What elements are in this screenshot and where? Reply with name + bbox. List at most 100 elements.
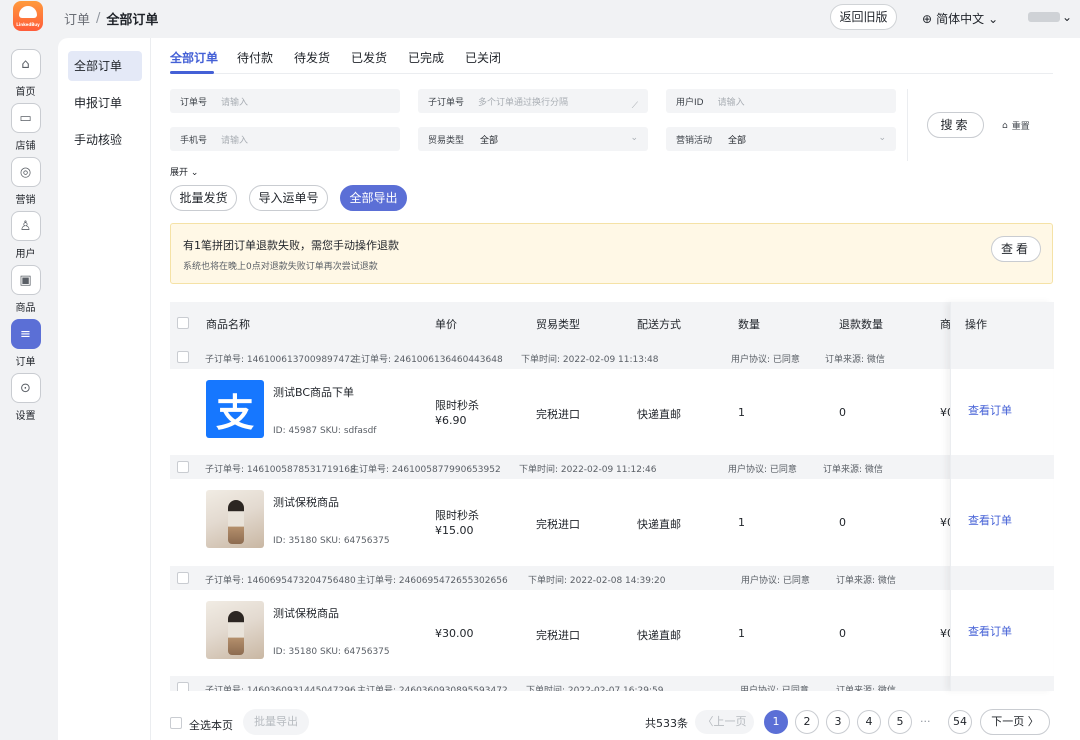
sidebar-item-settings[interactable]: ⊙ 设置 xyxy=(9,373,42,425)
shipping-method: 快递直邮 xyxy=(637,629,681,642)
sidebar-item-product[interactable]: ▣ 商品 xyxy=(9,265,42,317)
expand-toggle[interactable]: 展开 ⌄ xyxy=(170,165,198,178)
field-label: 用户ID xyxy=(676,97,704,108)
order-no-field[interactable]: 订单号 请输入 xyxy=(170,89,400,113)
select-value: 全部 xyxy=(728,135,747,146)
subnav-all-orders[interactable]: 全部订单 xyxy=(68,51,142,81)
select-page-checkbox[interactable] xyxy=(170,717,182,729)
product-name[interactable]: 测试保税商品 xyxy=(273,605,339,621)
product-name[interactable]: 测试BC商品下单 xyxy=(273,384,354,400)
table-header: 商品名称 单价 贸易类型 配送方式 数量 退款数量 商 xyxy=(170,302,1053,345)
sub-order-no-field[interactable]: 子订单号 多个订单通过换行分隔 ⟋ xyxy=(418,89,648,113)
avatar xyxy=(1028,12,1060,22)
breadcrumb-parent[interactable]: 订单 xyxy=(64,9,90,28)
total-count: 共533条 xyxy=(645,717,688,730)
prev-page-button[interactable]: 〈上一页 xyxy=(695,710,754,734)
user-id-field[interactable]: 用户ID 请输入 xyxy=(666,89,896,113)
order-time: 下单时间: 2022-02-08 14:39:20 xyxy=(528,576,666,586)
sidebar-item-marketing[interactable]: ◎ 营销 xyxy=(9,157,42,209)
breadcrumb-separator: / xyxy=(96,11,101,26)
reset-label: 重置 xyxy=(1011,122,1030,132)
page-1[interactable]: 1 xyxy=(764,710,788,734)
tab-closed[interactable]: 已关闭 xyxy=(465,49,501,66)
settings-icon: ⊙ xyxy=(10,373,41,403)
page-4[interactable]: 4 xyxy=(857,710,881,734)
tab-shipped[interactable]: 已发货 xyxy=(351,49,387,66)
resize-icon: ⟋ xyxy=(631,101,638,111)
product-name[interactable]: 测试保税商品 xyxy=(273,494,339,510)
select-all-checkbox[interactable] xyxy=(177,317,189,329)
app-logo[interactable]: LinkedBuy xyxy=(13,1,43,31)
reset-button[interactable]: ⌂ 重置 xyxy=(1002,119,1030,133)
row-checkbox[interactable] xyxy=(177,351,189,363)
product-thumbnail[interactable] xyxy=(206,490,264,548)
batch-ship-button[interactable]: 批量发货 xyxy=(170,185,237,211)
col-product-name: 商品名称 xyxy=(206,318,250,331)
select-value: 全部 xyxy=(480,135,499,146)
operations-group-spacer xyxy=(951,455,1054,479)
tab-all[interactable]: 全部订单 xyxy=(170,49,218,66)
trade-type-select[interactable]: 贸易类型 全部 ⌄ xyxy=(418,127,648,151)
marketing-icon: ◎ xyxy=(10,157,41,187)
table-row: 支 测试BC商品下单 ID: 45987 SKU: sdfasdf 限时秒杀 ¥… xyxy=(170,369,1053,455)
view-order-link[interactable]: 查看订单 xyxy=(968,623,1012,639)
export-all-button[interactable]: 全部导出 xyxy=(340,185,407,211)
return-legacy-button[interactable]: 返回旧版 xyxy=(830,4,897,30)
operations-group-spacer xyxy=(951,345,1054,369)
field-label: 子订单号 xyxy=(428,97,465,108)
row-checkbox[interactable] xyxy=(177,461,189,473)
chevron-down-icon: ⌄ xyxy=(988,11,999,26)
order-time: 下单时间: 2022-02-07 16:29:59 xyxy=(526,686,664,691)
quantity: 1 xyxy=(738,516,745,529)
subnav-manual-verify[interactable]: 手动核验 xyxy=(68,125,142,155)
campaign-select[interactable]: 营销活动 全部 ⌄ xyxy=(666,127,896,151)
view-order-link[interactable]: 查看订单 xyxy=(968,512,1012,528)
order-time: 下单时间: 2022-02-09 11:12:46 xyxy=(519,465,657,475)
phone-field[interactable]: 手机号 请输入 xyxy=(170,127,400,151)
sub-order-no: 子订单号: 1460360931445047296 xyxy=(205,686,356,691)
sidebar-item-user[interactable]: ♙ 用户 xyxy=(9,211,42,263)
user-menu[interactable]: ⌄ xyxy=(1028,10,1072,24)
sidebar-item-order[interactable]: ≡ 订单 xyxy=(9,319,42,371)
promo-label: 限时秒杀 xyxy=(435,399,479,412)
row-checkbox[interactable] xyxy=(177,682,189,691)
home-icon: ⌂ xyxy=(10,49,41,79)
search-button[interactable]: 搜索 xyxy=(927,112,984,138)
col-shipping: 配送方式 xyxy=(637,318,681,331)
order-source: 订单来源: 微信 xyxy=(836,576,896,586)
product-ids: ID: 35180 SKU: 64756375 xyxy=(273,647,390,657)
product-thumbnail[interactable] xyxy=(206,601,264,659)
refund-quantity: 0 xyxy=(839,516,846,529)
page-3[interactable]: 3 xyxy=(826,710,850,734)
language-selector[interactable]: ⊕ 简体中文 ⌄ xyxy=(922,10,998,27)
status-tabs: 全部订单 待付款 待发货 已发货 已完成 已关闭 xyxy=(170,38,1053,74)
unit-price: ¥6.90 xyxy=(435,414,467,427)
next-page-button[interactable]: 下一页 〉 xyxy=(980,709,1050,735)
sidebar-item-label: 营销 xyxy=(15,195,36,206)
user-agreement: 用户协议: 已同意 xyxy=(731,355,800,365)
subnav-declared-orders[interactable]: 申报订单 xyxy=(68,88,142,118)
batch-export-button[interactable]: 批量导出 xyxy=(243,709,309,735)
view-refund-button[interactable]: 查看 xyxy=(991,236,1041,262)
view-order-link[interactable]: 查看订单 xyxy=(968,402,1012,418)
page-2[interactable]: 2 xyxy=(795,710,819,734)
field-placeholder: 请输入 xyxy=(717,97,745,108)
chevron-down-icon: ⌄ xyxy=(190,168,199,178)
select-page-label: 全选本页 xyxy=(189,719,233,732)
import-tracking-button[interactable]: 导入运单号 xyxy=(249,185,328,211)
product-thumbnail[interactable]: 支 xyxy=(206,380,264,438)
tab-pending-payment[interactable]: 待付款 xyxy=(237,49,273,66)
row-checkbox[interactable] xyxy=(177,572,189,584)
breadcrumb: 订单 / 全部订单 xyxy=(64,9,158,28)
page-last[interactable]: 54 xyxy=(948,710,972,734)
sidebar-item-home[interactable]: ⌂ 首页 xyxy=(9,49,42,101)
sidebar-item-label: 店铺 xyxy=(15,141,36,152)
page-5[interactable]: 5 xyxy=(888,710,912,734)
tab-pending-shipment[interactable]: 待发货 xyxy=(294,49,330,66)
main-order-no: 主订单号: 2460360930895593472 xyxy=(357,686,508,691)
tab-completed[interactable]: 已完成 xyxy=(408,49,444,66)
operations-group-spacer xyxy=(951,676,1054,691)
expand-label: 展开 xyxy=(170,168,189,178)
sidebar-item-store[interactable]: ▭ 店铺 xyxy=(9,103,42,155)
main-order-no: 主订单号: 2461006136460443648 xyxy=(352,355,503,365)
